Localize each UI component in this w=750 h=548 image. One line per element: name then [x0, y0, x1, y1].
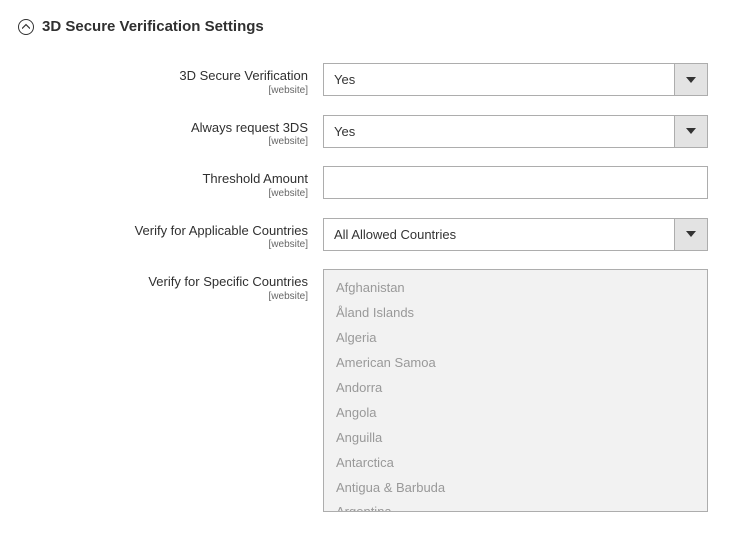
multiselect-option[interactable]: American Samoa	[324, 351, 707, 376]
field-label: Verify for Applicable Countries	[18, 223, 308, 239]
multiselect-option[interactable]: Antarctica	[324, 451, 707, 476]
field-label: Threshold Amount	[18, 171, 308, 187]
collapse-toggle[interactable]	[18, 19, 34, 35]
select-arrow	[674, 64, 707, 95]
field-label: 3D Secure Verification	[18, 68, 308, 84]
input-threshold-amount[interactable]	[323, 166, 708, 199]
multiselect-option[interactable]: Angola	[324, 401, 707, 426]
field-3d-secure-verification: 3D Secure Verification [website] Yes	[18, 63, 732, 97]
field-scope: [website]	[18, 85, 308, 97]
select-3d-secure-verification[interactable]: Yes	[323, 63, 708, 96]
select-value: All Allowed Countries	[324, 219, 674, 250]
select-value: Yes	[324, 116, 674, 147]
multiselect-specific-countries[interactable]: Afghanistan Åland Islands Algeria Americ…	[323, 269, 708, 512]
field-scope: [website]	[18, 239, 308, 251]
field-applicable-countries: Verify for Applicable Countries [website…	[18, 218, 732, 252]
multiselect-option[interactable]: Andorra	[324, 376, 707, 401]
select-arrow	[674, 116, 707, 147]
field-always-request-3ds: Always request 3DS [website] Yes	[18, 115, 732, 149]
section-header: 3D Secure Verification Settings	[18, 18, 732, 35]
field-scope: [website]	[18, 188, 308, 200]
multiselect-option[interactable]: Argentina	[324, 500, 707, 512]
field-threshold-amount: Threshold Amount [website]	[18, 166, 732, 200]
multiselect-option[interactable]: Algeria	[324, 326, 707, 351]
select-value: Yes	[324, 64, 674, 95]
section-title: 3D Secure Verification Settings	[42, 18, 264, 35]
caret-down-icon	[686, 77, 696, 83]
select-applicable-countries[interactable]: All Allowed Countries	[323, 218, 708, 251]
field-scope: [website]	[18, 291, 308, 303]
field-label: Verify for Specific Countries	[18, 274, 308, 290]
caret-down-icon	[686, 128, 696, 134]
select-arrow	[674, 219, 707, 250]
multiselect-option[interactable]: Åland Islands	[324, 301, 707, 326]
field-scope: [website]	[18, 136, 308, 148]
multiselect-option[interactable]: Afghanistan	[324, 276, 707, 301]
select-always-request-3ds[interactable]: Yes	[323, 115, 708, 148]
field-specific-countries: Verify for Specific Countries [website] …	[18, 269, 732, 512]
multiselect-option[interactable]: Antigua & Barbuda	[324, 476, 707, 501]
field-label: Always request 3DS	[18, 120, 308, 136]
multiselect-option[interactable]: Anguilla	[324, 426, 707, 451]
caret-down-icon	[686, 231, 696, 237]
chevron-up-icon	[22, 23, 30, 31]
